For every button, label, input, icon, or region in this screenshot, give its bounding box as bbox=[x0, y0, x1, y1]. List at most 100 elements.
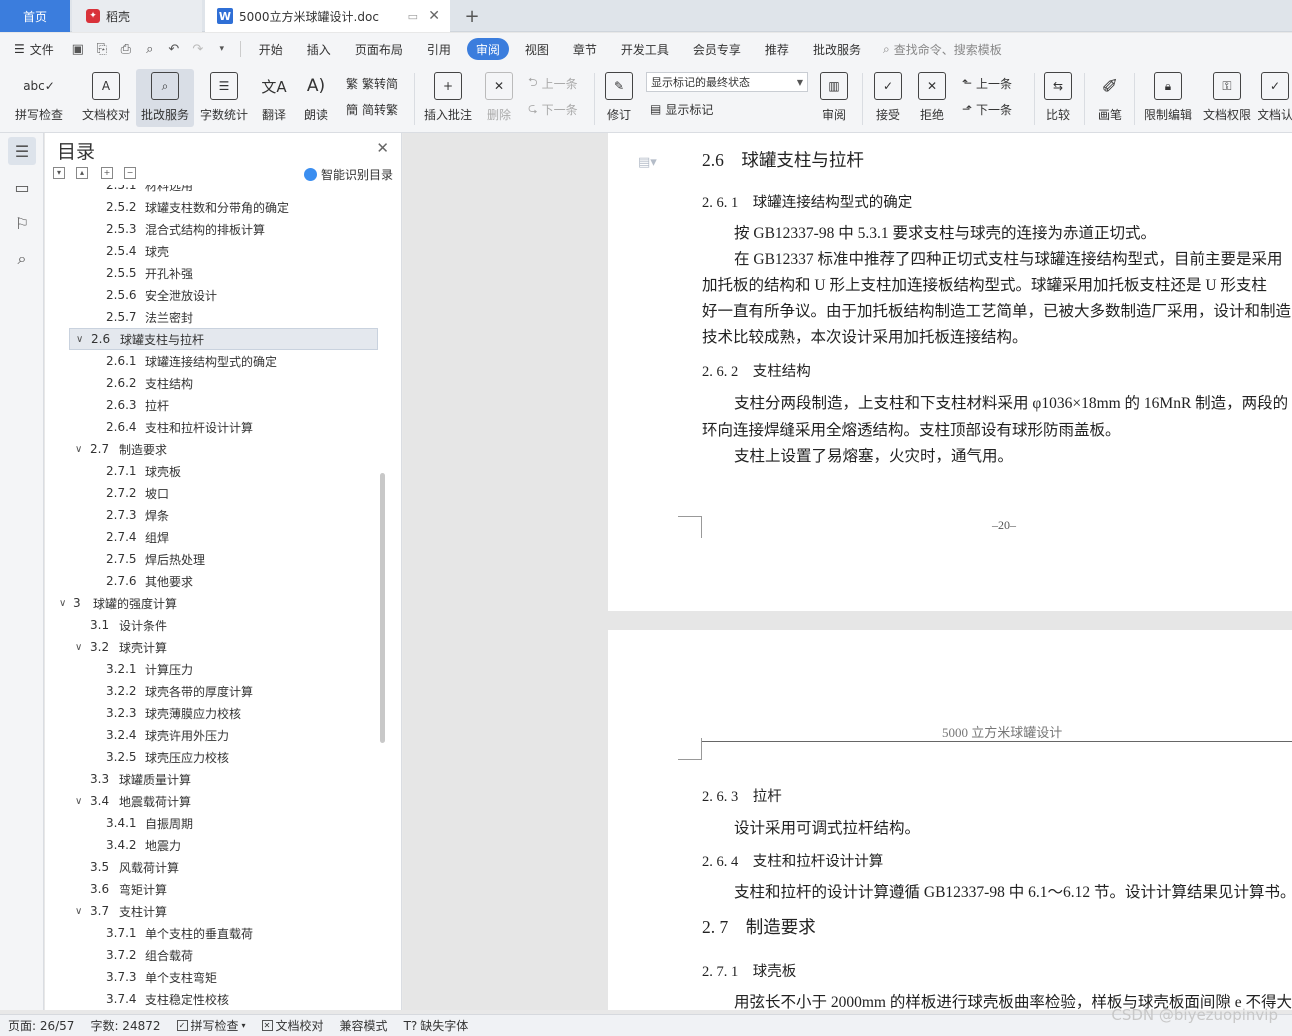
revise-button[interactable]: ✎ 修订 bbox=[600, 69, 638, 127]
trad-to-simp-button[interactable]: 繁繁转简 bbox=[346, 73, 398, 93]
accept-button[interactable]: ✓ 接受 bbox=[868, 69, 908, 127]
toc-item[interactable]: 2.5.5 开孔补强 bbox=[45, 262, 380, 284]
monitor-icon[interactable]: ▭ bbox=[408, 10, 418, 23]
collapse-level-icon[interactable]: ▴ bbox=[76, 167, 88, 179]
toc-item[interactable]: 2.5.6 安全泄放设计 bbox=[45, 284, 380, 306]
prev-comment-button[interactable]: ⮌ 上一条 bbox=[528, 73, 578, 93]
menu-layout[interactable]: 页面布局 bbox=[343, 38, 415, 60]
prev-change-button[interactable]: ⬑ 上一条 bbox=[962, 73, 1012, 93]
toc-item[interactable]: 3.6 弯矩计算 bbox=[45, 878, 380, 900]
print-icon[interactable]: ⎙ bbox=[114, 38, 138, 60]
toc-item[interactable]: 2.5.4 球壳 bbox=[45, 240, 380, 262]
chevron-down-icon[interactable]: ∨ bbox=[75, 796, 82, 807]
next-comment-button[interactable]: ⮎ 下一条 bbox=[528, 99, 578, 119]
menu-devtools[interactable]: 开发工具 bbox=[609, 38, 681, 60]
compare-button[interactable]: ⇆ 比较 bbox=[1038, 69, 1078, 127]
correction-service-button[interactable]: ⌕ 批改服务 bbox=[136, 69, 194, 127]
toc-item[interactable]: ∨ 3 球罐的强度计算 bbox=[45, 592, 380, 614]
toc-item[interactable]: ∨ 3.4 地震载荷计算 bbox=[45, 790, 380, 812]
print-preview-icon[interactable]: ⌕ bbox=[138, 38, 162, 60]
toc-item[interactable]: 2.6.1 球罐连接结构型式的确定 bbox=[45, 350, 380, 372]
toc-item[interactable]: 3.7.2 组合载荷 bbox=[45, 944, 380, 966]
undo-icon[interactable]: ↶ bbox=[162, 38, 186, 60]
file-menu[interactable]: ☰ 文件 bbox=[0, 38, 66, 60]
menu-view[interactable]: 视图 bbox=[513, 38, 561, 60]
toc-item[interactable]: ∨ 3.7 支柱计算 bbox=[45, 900, 380, 922]
toc-scrollbar[interactable] bbox=[380, 473, 385, 743]
toc-item[interactable]: 2.5.1 材料选用 bbox=[45, 185, 380, 196]
doc-permission-button[interactable]: ⚿ 文档权限 bbox=[1200, 69, 1254, 127]
word-count[interactable]: 字数: 24872 bbox=[82, 1017, 168, 1034]
toc-item[interactable]: 3.4.1 自振周期 bbox=[45, 812, 380, 834]
insert-comment-button[interactable]: + 插入批注 bbox=[420, 69, 476, 127]
next-change-button[interactable]: ⬏ 下一条 bbox=[962, 99, 1012, 119]
simp-to-trad-button[interactable]: 簡简转繁 bbox=[346, 99, 398, 119]
wordcount-button[interactable]: ☰ 字数统计 bbox=[198, 69, 250, 127]
show-markup-button[interactable]: ▤ 显示标记 bbox=[650, 99, 713, 119]
menu-review[interactable]: 审阅 bbox=[466, 38, 509, 60]
chevron-down-icon[interactable]: ∨ bbox=[59, 598, 66, 609]
menu-start[interactable]: 开始 bbox=[247, 38, 295, 60]
minus-icon[interactable]: − bbox=[124, 167, 136, 179]
chevron-down-icon[interactable]: ∨ bbox=[76, 334, 83, 345]
spellcheck-button[interactable]: abc✓ 拼写检查 bbox=[8, 69, 70, 127]
page-icon[interactable]: ▤▾ bbox=[638, 155, 657, 170]
menu-references[interactable]: 引用 bbox=[415, 38, 463, 60]
chapter-nav-icon[interactable]: ▭ bbox=[8, 173, 36, 201]
toc-item[interactable]: ∨ 2.7 制造要求 bbox=[45, 438, 380, 460]
tab-document[interactable]: W 5000立方米球罐设计.doc ▭ ✕ bbox=[205, 0, 450, 32]
close-tab-icon[interactable]: ✕ bbox=[428, 8, 440, 24]
toc-item[interactable]: 2.7.3 焊条 bbox=[45, 504, 380, 526]
toc-item[interactable]: 3.2.1 计算压力 bbox=[45, 658, 380, 680]
doc-cert-button[interactable]: ✓ 文档认 bbox=[1258, 69, 1292, 127]
toc-item[interactable]: 3.2.4 球壳许用外压力 bbox=[45, 724, 380, 746]
delete-comment-button[interactable]: ✕ 删除 bbox=[480, 69, 518, 127]
menu-recommend[interactable]: 推荐 bbox=[753, 38, 801, 60]
tab-home[interactable]: 首页 bbox=[0, 0, 70, 32]
toc-item[interactable]: 2.7.5 焊后热处理 bbox=[45, 548, 380, 570]
toc-item[interactable]: 3.4.2 地震力 bbox=[45, 834, 380, 856]
export-icon[interactable]: ⎘ bbox=[90, 38, 114, 60]
toc-item[interactable]: 3.2.3 球壳薄膜应力校核 bbox=[45, 702, 380, 724]
toc-item[interactable]: 3.7.4 支柱稳定性校核 bbox=[45, 988, 380, 1010]
menu-insert[interactable]: 插入 bbox=[295, 38, 343, 60]
customize-chevron-icon[interactable]: ▾ bbox=[210, 38, 234, 60]
smart-toc-button[interactable]: 智能识别目录 bbox=[303, 166, 393, 183]
toc-item[interactable]: 3.3 球罐质量计算 bbox=[45, 768, 380, 790]
chevron-down-icon[interactable]: ∨ bbox=[75, 906, 82, 917]
toc-item[interactable]: 3.7.1 单个支柱的垂直载荷 bbox=[45, 922, 380, 944]
toc-item[interactable]: 2.7.2 坡口 bbox=[45, 482, 380, 504]
menu-section[interactable]: 章节 bbox=[561, 38, 609, 60]
missing-font[interactable]: T? 缺失字体 bbox=[396, 1017, 477, 1034]
tab-daoke[interactable]: ✦ 稻壳 bbox=[72, 0, 202, 32]
toc-item[interactable]: 3.5 风载荷计算 bbox=[45, 856, 380, 878]
toc-item[interactable]: 2.6.4 支柱和拉杆设计计算 bbox=[45, 416, 380, 438]
toc-item[interactable]: 2.5.2 球罐支柱数和分带角的确定 bbox=[45, 196, 380, 218]
search-icon[interactable]: ⌕ bbox=[8, 245, 36, 273]
review-pane-button[interactable]: ▥ 审阅 bbox=[814, 69, 854, 127]
toc-item[interactable]: 2.7.4 组焊 bbox=[45, 526, 380, 548]
redo-icon[interactable]: ↷ bbox=[186, 38, 210, 60]
spellcheck-status[interactable]: ✓ 拼写检查 ▾ bbox=[169, 1017, 254, 1034]
toc-item[interactable]: 2.6.2 支柱结构 bbox=[45, 372, 380, 394]
menu-correction[interactable]: 批改服务 bbox=[801, 38, 873, 60]
toc-item[interactable]: ∨ 2.6 球罐支柱与拉杆 bbox=[69, 328, 378, 350]
doccheck-status[interactable]: ✕ 文档校对 bbox=[254, 1017, 332, 1034]
chevron-down-icon[interactable]: ∨ bbox=[75, 444, 82, 455]
markup-state-select[interactable]: 显示标记的最终状态 ▼ bbox=[646, 72, 808, 92]
pen-button[interactable]: ✐ 画笔 bbox=[1090, 69, 1130, 127]
collapse-all-icon[interactable]: ▾ bbox=[53, 167, 65, 179]
toc-item[interactable]: 2.7.1 球壳板 bbox=[45, 460, 380, 482]
restrict-edit-button[interactable]: 🔒︎ 限制编辑 bbox=[1140, 69, 1196, 127]
save-icon[interactable]: ▣ bbox=[66, 38, 90, 60]
close-icon[interactable]: ✕ bbox=[376, 139, 389, 157]
toc-item[interactable]: 2.6.3 拉杆 bbox=[45, 394, 380, 416]
reject-button[interactable]: ✕ 拒绝 bbox=[912, 69, 952, 127]
menu-member[interactable]: 会员专享 bbox=[681, 38, 753, 60]
translate-button[interactable]: 文A 翻译 bbox=[254, 69, 294, 127]
expand-icon[interactable]: + bbox=[101, 167, 113, 179]
bookmark-icon[interactable]: ⚐ bbox=[8, 209, 36, 237]
toc-item[interactable]: ∨ 3.2 球壳计算 bbox=[45, 636, 380, 658]
toc-item[interactable]: 3.2.2 球壳各带的厚度计算 bbox=[45, 680, 380, 702]
read-aloud-button[interactable]: A) 朗读 bbox=[298, 69, 334, 127]
